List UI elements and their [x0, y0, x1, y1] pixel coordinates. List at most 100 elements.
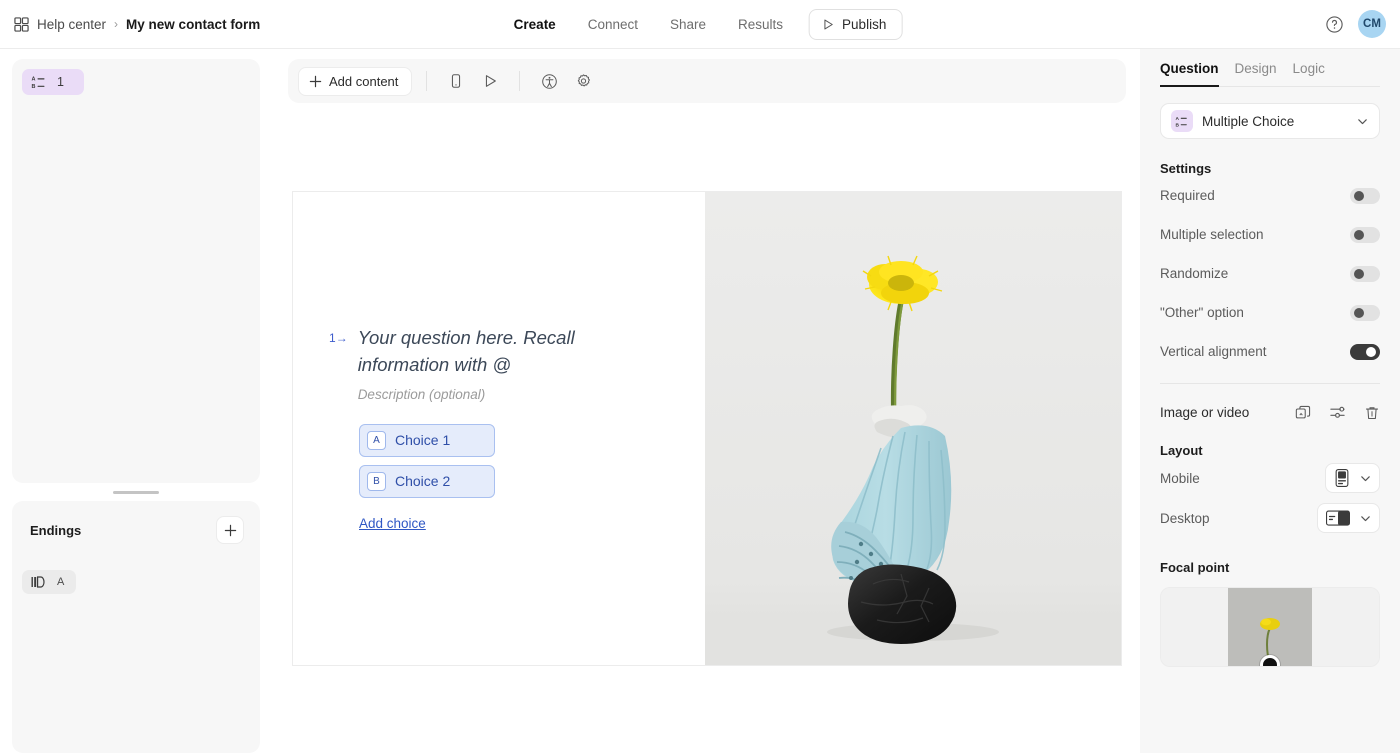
publish-label: Publish: [842, 17, 887, 32]
nav-tab-connect[interactable]: Connect: [572, 11, 654, 38]
ending-flag-icon: [31, 575, 47, 589]
layout-split-right-icon: [1325, 508, 1351, 528]
svg-text:A: A: [1175, 116, 1179, 122]
tab-logic[interactable]: Logic: [1293, 61, 1325, 86]
canvas-toolbar: Add content: [288, 59, 1126, 103]
endings-header: Endings: [22, 511, 250, 544]
avatar[interactable]: CM: [1358, 10, 1386, 38]
tab-question[interactable]: Question: [1160, 61, 1219, 87]
endings-title: Endings: [30, 522, 82, 538]
toggle-other-option[interactable]: [1350, 304, 1380, 321]
setting-row-required: Required: [1160, 176, 1380, 215]
layout-label-desktop: Desktop: [1160, 510, 1210, 526]
yellow-flower-sculpture-image: [705, 191, 1121, 665]
center-column: Add content 1→ Your question here. Recal…: [272, 49, 1140, 753]
setting-label-multiple-selection: Multiple selection: [1160, 227, 1264, 242]
canvas-wrapper: 1→ Your question here. Recall informatio…: [288, 103, 1126, 753]
toolbar-divider-1: [426, 71, 428, 91]
toggle-required[interactable]: [1350, 187, 1380, 204]
media-actions: [1295, 404, 1380, 421]
multiple-choice-icon: A B: [31, 74, 47, 90]
choice-label-a: Choice 1: [395, 432, 451, 449]
setting-row-multiple-selection: Multiple selection: [1160, 215, 1380, 254]
setting-label-required: Required: [1160, 188, 1215, 203]
sidebar-ending-a[interactable]: A: [22, 570, 76, 594]
question-block: Your question here. Recall information w…: [358, 325, 608, 402]
help-circle-icon[interactable]: [1325, 15, 1344, 34]
right-panel: Question Design Logic A B Multiple Choic…: [1140, 49, 1400, 753]
setting-label-vertical-alignment: Vertical alignment: [1160, 344, 1267, 359]
form-preview-card: 1→ Your question here. Recall informatio…: [292, 190, 1122, 666]
publish-button[interactable]: Publish: [809, 9, 903, 40]
add-content-button[interactable]: Add content: [298, 66, 413, 96]
choice-key-b: B: [367, 471, 386, 491]
sidebar-question-1[interactable]: A B 1: [22, 69, 84, 95]
toggle-randomize[interactable]: [1350, 265, 1380, 282]
left-sidebar: A B 1 Endings A: [0, 49, 272, 753]
questions-panel: A B 1: [12, 59, 260, 483]
setting-row-randomize: Randomize: [1160, 254, 1380, 293]
toggle-multiple-selection[interactable]: [1350, 226, 1380, 243]
endings-panel: Endings A: [12, 501, 260, 753]
layout-stacked-icon: [1333, 468, 1351, 488]
multiple-choice-icon: A B: [1171, 110, 1193, 132]
top-bar: Help center › My new contact form Create…: [0, 0, 1400, 49]
focal-point-title: Focal point: [1160, 560, 1230, 575]
focal-point-preview[interactable]: [1160, 587, 1380, 667]
setting-label-randomize: Randomize: [1160, 266, 1229, 281]
mobile-preview-icon[interactable]: [441, 66, 471, 96]
card-media-side[interactable]: [705, 191, 1121, 665]
svg-text:A: A: [32, 77, 36, 83]
chevron-down-icon: [1359, 472, 1372, 485]
question-description[interactable]: Description (optional): [358, 387, 608, 402]
chevron-down-icon: [1356, 115, 1369, 128]
settings-gear-icon[interactable]: [568, 66, 598, 96]
breadcrumb: Help center › My new contact form: [14, 17, 260, 32]
add-choice-link[interactable]: Add choice: [359, 516, 426, 531]
trash-icon[interactable]: [1364, 404, 1380, 421]
toggle-vertical-alignment[interactable]: [1350, 343, 1380, 360]
right-panel-tabs: Question Design Logic: [1160, 49, 1380, 87]
nav-tab-create[interactable]: Create: [498, 11, 572, 38]
layout-label-mobile: Mobile: [1160, 470, 1200, 486]
focal-left-mask: [1161, 588, 1228, 666]
sidebar-resize-handle[interactable]: [113, 490, 159, 494]
chevron-down-icon: [1359, 512, 1372, 525]
layout-title: Layout: [1160, 443, 1203, 458]
question-type-select[interactable]: A B Multiple Choice: [1160, 103, 1380, 139]
grid-icon[interactable]: [14, 16, 29, 32]
sidebar-question-number: 1: [57, 75, 64, 89]
choice-label-b: Choice 2: [395, 473, 451, 490]
question-number: 1→: [329, 331, 348, 346]
question-row: 1→ Your question here. Recall informatio…: [329, 325, 667, 402]
question-text[interactable]: Your question here. Recall information w…: [358, 325, 608, 378]
nav-tab-results[interactable]: Results: [722, 11, 799, 38]
layout-select-desktop[interactable]: [1317, 503, 1380, 533]
tab-design[interactable]: Design: [1235, 61, 1277, 86]
svg-text:B: B: [1175, 122, 1179, 128]
focal-right-mask: [1312, 588, 1379, 666]
adjust-sliders-icon[interactable]: [1329, 404, 1346, 421]
main-nav: Create Connect Share Results Publish: [498, 0, 903, 49]
choice-option-b[interactable]: B Choice 2: [359, 464, 495, 498]
add-ending-button[interactable]: [216, 516, 244, 544]
breadcrumb-form-title[interactable]: My new contact form: [126, 17, 260, 32]
card-content-side: 1→ Your question here. Recall informatio…: [293, 192, 705, 665]
accessibility-icon[interactable]: [534, 66, 564, 96]
choice-option-a[interactable]: A Choice 1: [359, 423, 495, 457]
nav-tab-share[interactable]: Share: [654, 11, 722, 38]
panel-divider-1: [1160, 383, 1380, 384]
add-content-label: Add content: [329, 73, 399, 89]
sidebar-resize-handle-wrap: [12, 483, 260, 501]
replace-media-icon[interactable]: [1295, 404, 1311, 421]
app-body: A B 1 Endings A Add content 1→ Your ques…: [0, 49, 1400, 753]
layout-select-mobile[interactable]: [1325, 463, 1380, 493]
breadcrumb-separator: ›: [114, 17, 119, 31]
play-preview-icon[interactable]: [475, 66, 505, 96]
question-type-label: Multiple Choice: [1202, 113, 1295, 129]
settings-title: Settings: [1160, 161, 1212, 176]
breadcrumb-help-center[interactable]: Help center: [37, 17, 106, 32]
top-bar-right: CM: [1325, 10, 1386, 38]
media-label: Image or video: [1160, 405, 1250, 420]
setting-label-other-option: "Other" option: [1160, 305, 1244, 320]
